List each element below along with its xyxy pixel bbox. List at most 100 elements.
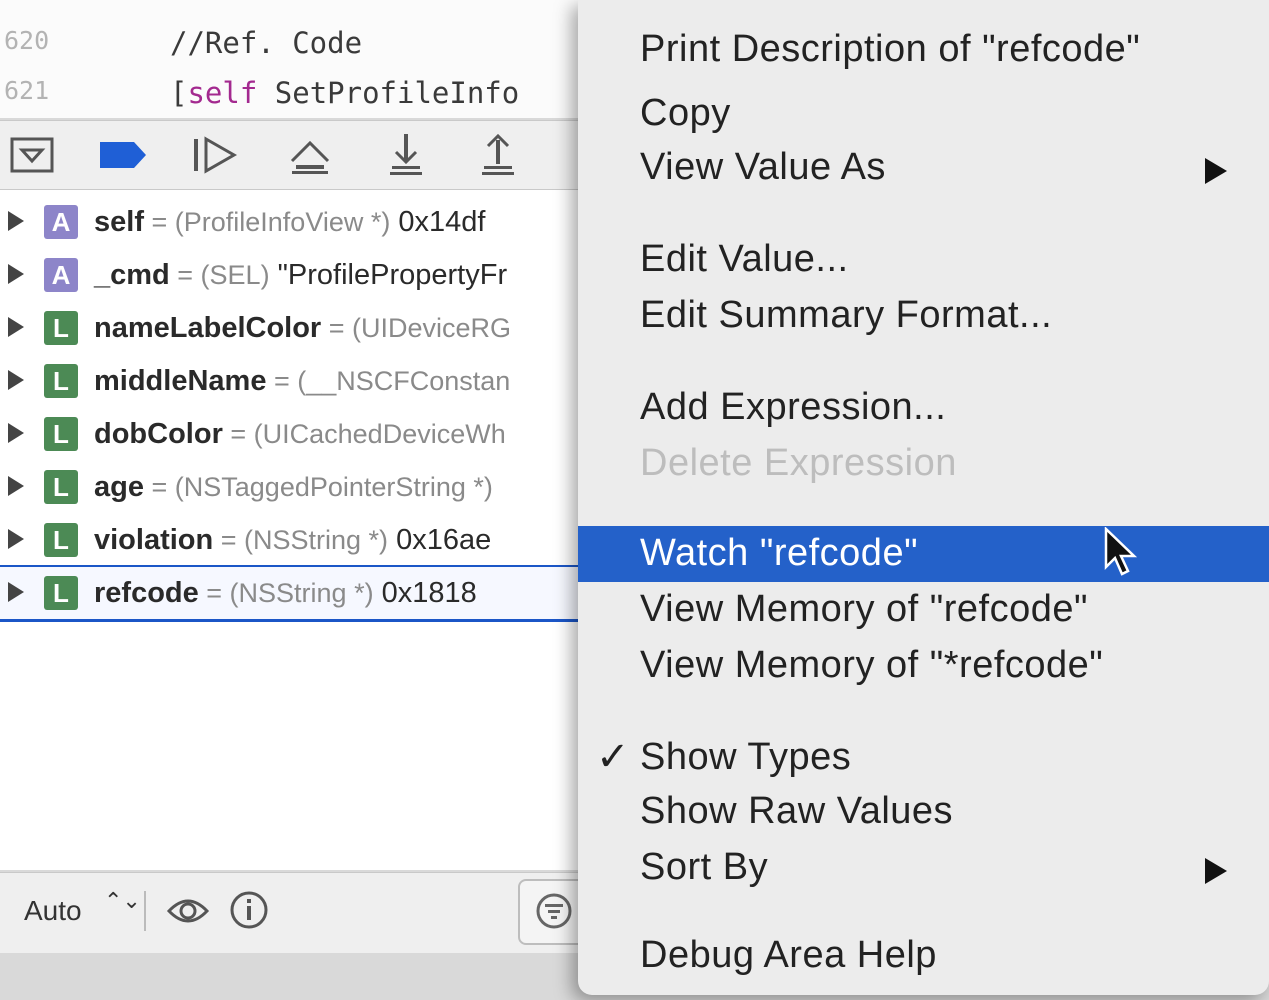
- variable-eq: =: [321, 313, 352, 343]
- menu-item-watch[interactable]: Watch "refcode": [578, 526, 1269, 582]
- breakpoints-toggle-button[interactable]: [92, 131, 152, 179]
- mouse-pointer-icon: [1104, 527, 1138, 576]
- variable-type: (__NSCFConstan: [297, 366, 511, 396]
- variable-type: (UICachedDeviceWh: [253, 419, 506, 449]
- menu-item-label: Edit Summary Format...: [640, 294, 1053, 336]
- code-bracket: [: [170, 76, 188, 110]
- variable-eq: =: [143, 207, 175, 237]
- menu-item-label: Add Expression...: [640, 386, 947, 428]
- menu-item-copy[interactable]: Copy: [578, 86, 1269, 142]
- menu-item-label: Edit Value...: [640, 238, 849, 280]
- filter-icon: [536, 893, 572, 929]
- menu-item-show-types[interactable]: ✓ Show Types: [578, 730, 1269, 786]
- variable-value: 0x16ae: [388, 524, 492, 556]
- disclosure-triangle-icon[interactable]: [8, 529, 24, 549]
- variable-text: age = (NSTaggedPointerString *): [94, 471, 493, 504]
- variable-name: violation: [94, 524, 214, 556]
- debug-toolbar: [0, 120, 600, 190]
- variable-text: dobColor = (UICachedDeviceWh: [94, 418, 506, 451]
- argument-badge-icon: A: [44, 205, 78, 239]
- variable-type: (UIDeviceRG: [352, 313, 512, 343]
- disclosure-triangle-icon[interactable]: [8, 317, 24, 337]
- variable-row-violation[interactable]: L violation = (NSString *) 0x16ae: [0, 514, 600, 566]
- variables-view: A self = (ProfileInfoView *) 0x14df A _c…: [0, 190, 600, 870]
- disclosure-triangle-icon[interactable]: [8, 370, 24, 390]
- variable-type: (ProfileInfoView *): [174, 207, 391, 237]
- menu-item-label: Copy: [640, 92, 731, 134]
- variable-eq: =: [213, 525, 245, 555]
- variable-text: self = (ProfileInfoView *) 0x14df: [94, 206, 486, 239]
- disclosure-triangle-icon[interactable]: [8, 476, 24, 496]
- step-over-button[interactable]: [280, 131, 340, 179]
- menu-item-edit-value[interactable]: Edit Value...: [578, 232, 1269, 288]
- step-into-icon: [390, 134, 422, 175]
- menu-item-view-value-as[interactable]: View Value As: [578, 140, 1269, 196]
- variable-text: nameLabelColor = (UIDeviceRG: [94, 312, 511, 345]
- variable-eq: =: [143, 472, 175, 502]
- variable-row-age[interactable]: L age = (NSTaggedPointerString *): [0, 461, 600, 513]
- variable-name: refcode: [94, 577, 199, 609]
- variable-text: _cmd = (SEL) "ProfilePropertyFr: [94, 259, 507, 292]
- menu-item-add-expression[interactable]: Add Expression...: [578, 380, 1269, 436]
- variable-name: self: [94, 206, 144, 238]
- variables-bottom-bar: Auto ⌃⌄: [0, 872, 600, 953]
- scope-popup-button[interactable]: Auto: [24, 895, 82, 927]
- variable-type: (NSTaggedPointerString *): [174, 472, 493, 502]
- disclosure-triangle-icon[interactable]: [8, 582, 24, 602]
- variable-row-namelabelcolor[interactable]: L nameLabelColor = (UIDeviceRG: [0, 302, 600, 354]
- menu-item-label: Delete Expression: [640, 442, 957, 484]
- variable-eq: =: [198, 578, 230, 608]
- toolbar-divider: [144, 891, 146, 931]
- code-text: [self SetProfileInfo: [170, 76, 519, 110]
- step-out-button[interactable]: [468, 131, 528, 179]
- menu-item-label: Show Types: [640, 736, 852, 778]
- variable-text: refcode = (NSString *) 0x1818: [94, 577, 477, 610]
- menu-item-delete-expression: Delete Expression: [578, 436, 1269, 492]
- variable-eq: =: [222, 419, 254, 449]
- variable-eq: =: [266, 366, 298, 396]
- variable-type: (NSString *): [229, 578, 374, 608]
- code-line: 621 [self SetProfileInfo: [0, 76, 600, 116]
- variable-name: _cmd: [94, 259, 170, 291]
- info-icon[interactable]: [228, 889, 270, 931]
- menu-item-label: Show Raw Values: [640, 790, 954, 832]
- disclosure-triangle-icon[interactable]: [8, 211, 24, 231]
- variable-row-cmd[interactable]: A _cmd = (SEL) "ProfilePropertyFr: [0, 249, 600, 301]
- menu-item-view-memory-pointer[interactable]: View Memory of "*refcode": [578, 638, 1269, 694]
- menu-item-edit-summary-format[interactable]: Edit Summary Format...: [578, 288, 1269, 344]
- variable-row-refcode[interactable]: L refcode = (NSString *) 0x1818: [0, 565, 600, 622]
- variable-name: middleName: [94, 365, 267, 397]
- breakpoint-icon: [100, 142, 146, 168]
- step-into-button[interactable]: [376, 131, 436, 179]
- checkmark-icon: ✓: [596, 735, 631, 779]
- code-rest: SetProfileInfo: [257, 76, 520, 110]
- continue-button[interactable]: [184, 131, 244, 179]
- code-line: 620 //Ref. Code: [0, 26, 600, 66]
- line-number: 620: [4, 26, 50, 55]
- menu-item-sort-by[interactable]: Sort By: [578, 840, 1269, 896]
- disclosure-triangle-icon[interactable]: [8, 264, 24, 284]
- submenu-arrow-icon: [1205, 858, 1227, 884]
- menu-item-show-raw-values[interactable]: Show Raw Values: [578, 784, 1269, 840]
- local-badge-icon: L: [44, 417, 78, 451]
- local-badge-icon: L: [44, 470, 78, 504]
- variable-row-dobcolor[interactable]: L dobColor = (UICachedDeviceWh: [0, 408, 600, 460]
- variable-value: 0x1818: [373, 577, 477, 609]
- menu-item-debug-area-help[interactable]: Debug Area Help: [578, 928, 1269, 984]
- menu-item-view-memory[interactable]: View Memory of "refcode": [578, 582, 1269, 638]
- local-badge-icon: L: [44, 576, 78, 610]
- disclosure-triangle-icon[interactable]: [8, 423, 24, 443]
- context-menu: Print Description of "refcode" Copy View…: [578, 0, 1269, 995]
- variable-value: "ProfilePropertyFr: [269, 259, 508, 291]
- quick-look-eye-icon[interactable]: [166, 891, 210, 931]
- local-badge-icon: L: [44, 523, 78, 557]
- menu-item-print-description[interactable]: Print Description of "refcode": [578, 22, 1269, 78]
- variable-text: middleName = (__NSCFConstan: [94, 365, 510, 398]
- variable-row-middlename[interactable]: L middleName = (__NSCFConstan: [0, 355, 600, 407]
- variable-row-self[interactable]: A self = (ProfileInfoView *) 0x14df: [0, 196, 600, 248]
- local-badge-icon: L: [44, 311, 78, 345]
- code-editor: 620 //Ref. Code 621 [self SetProfileInfo: [0, 0, 600, 118]
- hide-debug-area-button[interactable]: [2, 131, 62, 179]
- hide-debug-area-icon: [10, 137, 54, 173]
- variable-text: violation = (NSString *) 0x16ae: [94, 524, 491, 557]
